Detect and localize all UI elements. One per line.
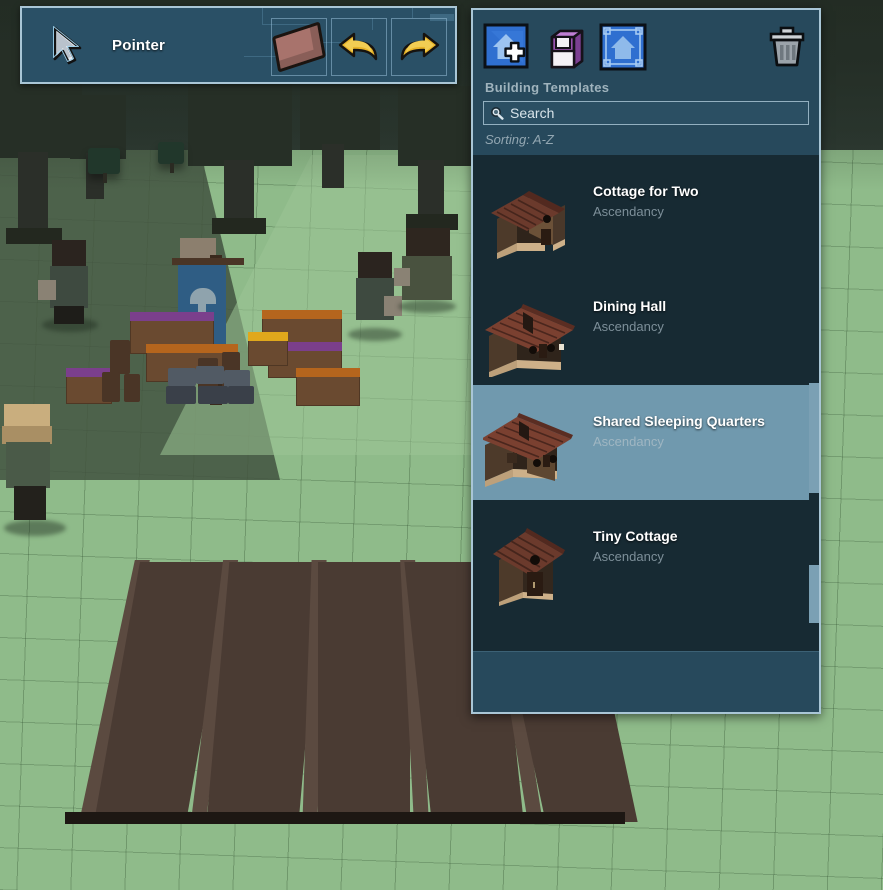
template-item-text: Dining Hall Ascendancy: [593, 282, 666, 334]
redo-button[interactable]: [391, 18, 447, 76]
stone-pile: [198, 386, 228, 404]
blueprint-template-button[interactable]: [599, 23, 647, 71]
template-item-text: Shared Sleeping Quarters Ascendancy: [593, 397, 765, 449]
undo-arrow-icon: [338, 32, 378, 61]
stone-pile: [228, 386, 254, 404]
panel-icon-toolbar: [483, 20, 809, 74]
tool-panel[interactable]: Pointer: [20, 6, 457, 84]
template-list-item-selected[interactable]: Shared Sleeping Quarters Ascendancy: [473, 385, 819, 500]
template-title: Tiny Cottage: [593, 528, 678, 544]
template-subtitle: Ascendancy: [593, 204, 664, 219]
template-title: Dining Hall: [593, 298, 667, 314]
market-stall: [248, 332, 288, 366]
template-subtitle: Ascendancy: [593, 319, 664, 334]
tiny-cottage-thumbnail: [483, 512, 578, 607]
list-scrollbar-thumb[interactable]: [809, 383, 819, 493]
dining-hall-thumbnail: [483, 282, 578, 378]
template-item-text: Tiny Cottage Ascendancy: [593, 512, 678, 564]
panel-section-title: Building Templates: [485, 80, 610, 95]
market-stall: [296, 368, 360, 406]
shared-sleeping-quarters-thumbnail: [481, 397, 578, 492]
search-input-value: Search: [510, 105, 555, 121]
template-title: Shared Sleeping Quarters: [593, 413, 765, 429]
banner-crossbar: [172, 258, 244, 265]
brick-tool-button[interactable]: [271, 18, 327, 76]
barrel: [124, 374, 140, 402]
template-list-item[interactable]: Tiny Cottage Ascendancy: [473, 500, 819, 615]
barrel: [110, 340, 130, 374]
search-input[interactable]: Search: [483, 101, 809, 125]
template-item-text: Cottage for Two Ascendancy: [593, 167, 699, 219]
cottage-for-two-thumbnail: [483, 167, 578, 262]
panel-footer: [473, 651, 819, 712]
bush: [158, 142, 184, 173]
add-building-template-button[interactable]: [483, 23, 531, 71]
list-scrollbar-track[interactable]: [809, 155, 819, 651]
template-list[interactable]: Cottage for Two Ascendancy Dining Hall A…: [473, 155, 819, 651]
save-template-button[interactable]: [541, 23, 589, 71]
delete-template-button[interactable]: [765, 25, 809, 69]
sorting-label: Sorting: A-Z: [485, 132, 554, 147]
panel-header: Building Templates Search Sorting: A-Z: [473, 10, 819, 155]
template-list-item[interactable]: Dining Hall Ascendancy: [473, 270, 819, 385]
brick-icon: [272, 21, 326, 73]
tool-mode-label: Pointer: [112, 36, 166, 54]
barrel: [102, 372, 120, 402]
pointer-cursor-icon: [46, 23, 90, 67]
stone-pile: [168, 368, 196, 386]
magnifier-icon: [490, 106, 504, 120]
template-list-item[interactable]: Cottage for Two Ascendancy: [473, 155, 819, 270]
building-templates-panel[interactable]: Building Templates Search Sorting: A-Z C…: [471, 8, 821, 714]
template-subtitle: Ascendancy: [593, 549, 664, 564]
bush: [88, 148, 120, 183]
template-subtitle: Ascendancy: [593, 434, 664, 449]
template-title: Cottage for Two: [593, 183, 699, 199]
redo-arrow-icon: [400, 32, 440, 61]
undo-button[interactable]: [331, 18, 387, 76]
list-scrollbar-thumb-lower[interactable]: [809, 565, 819, 623]
stone-pile: [166, 386, 196, 404]
screen: Pointer Building Templates Search Sortin…: [0, 0, 883, 890]
stone-pile: [196, 366, 224, 384]
